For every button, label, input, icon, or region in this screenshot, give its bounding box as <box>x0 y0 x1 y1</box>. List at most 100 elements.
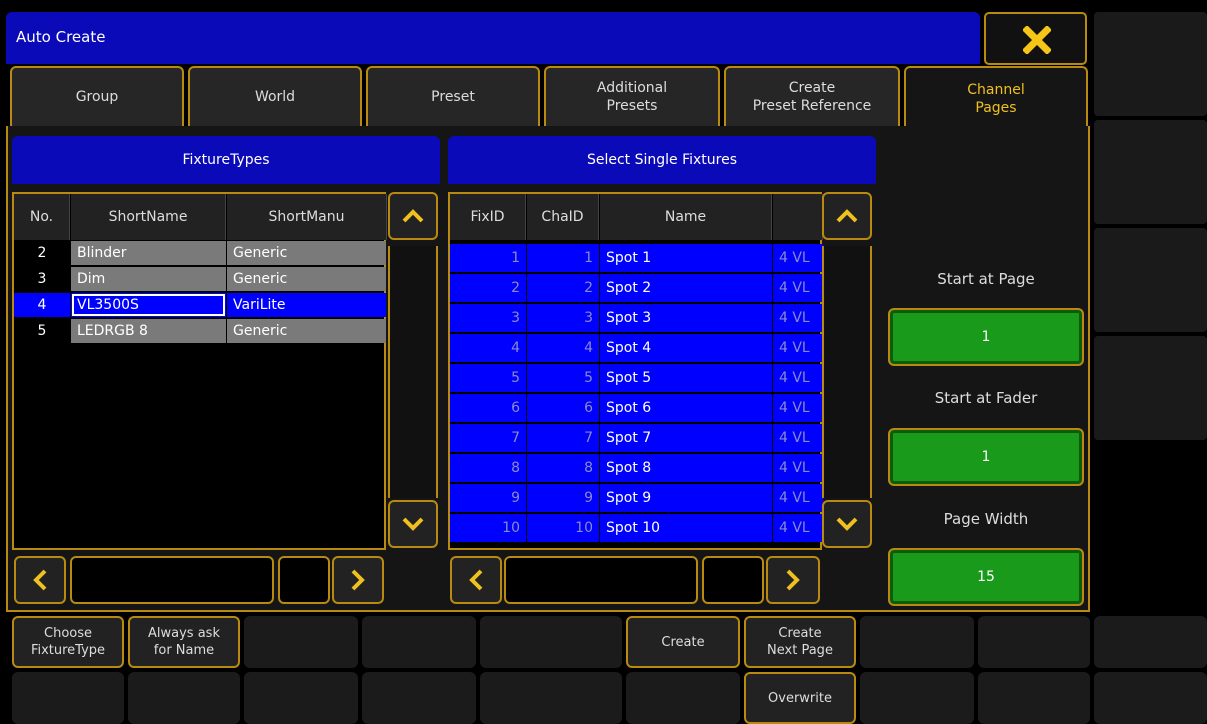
cell-shortmanu[interactable]: VariLite <box>227 293 386 317</box>
fixture-types-scroll-down-button[interactable] <box>388 500 438 548</box>
overwrite-button[interactable]: Overwrite <box>744 672 856 724</box>
cell-name[interactable]: Spot 3 <box>600 304 772 332</box>
cell-no[interactable]: 2 <box>14 241 70 265</box>
page-width-field[interactable]: 15 <box>888 548 1084 606</box>
single-fixtures-scroll-up-button[interactable] <box>822 192 872 240</box>
cell-extra[interactable]: 4 VL <box>773 334 823 362</box>
fixture-types-scroll-left-button[interactable] <box>14 556 66 604</box>
column-header-fixid[interactable]: FixID <box>450 194 526 240</box>
cell-fixid[interactable]: 2 <box>450 274 526 302</box>
tab-create-preset-reference[interactable]: Create Preset Reference <box>724 66 900 128</box>
tab-group[interactable]: Group <box>10 66 184 128</box>
cell-extra[interactable]: 4 VL <box>773 484 823 512</box>
cell-chaid[interactable]: 1 <box>527 244 599 272</box>
tab-channel-pages[interactable]: Channel Pages <box>904 66 1088 130</box>
cell-chaid[interactable]: 10 <box>527 514 599 542</box>
cell-name[interactable]: Spot 9 <box>600 484 772 512</box>
single-fixtures-scroll-down-button[interactable] <box>822 500 872 548</box>
cell-name[interactable]: Spot 5 <box>600 364 772 392</box>
empty-key[interactable] <box>978 616 1090 668</box>
table-row[interactable]: 8 8 Spot 84 VL <box>450 454 823 482</box>
table-row[interactable]: 2 2 Spot 24 VL <box>450 274 823 302</box>
table-row[interactable]: 9 9 Spot 94 VL <box>450 484 823 512</box>
cell-chaid[interactable]: 8 <box>527 454 599 482</box>
cell-shortmanu[interactable]: Generic <box>227 319 386 343</box>
cell-chaid[interactable]: 3 <box>527 304 599 332</box>
cell-fixid[interactable]: 10 <box>450 514 526 542</box>
fixture-types-scrollbar[interactable] <box>388 246 438 498</box>
cell-chaid[interactable]: 4 <box>527 334 599 362</box>
fixture-types-hscrollbar[interactable] <box>70 556 274 604</box>
cell-extra[interactable]: 4 VL <box>773 454 823 482</box>
empty-key[interactable] <box>128 672 240 724</box>
column-header-no[interactable]: No. <box>14 194 70 240</box>
cell-name[interactable]: Spot 10 <box>600 514 772 542</box>
cell-extra[interactable]: 4 VL <box>773 514 823 542</box>
column-header-shortname[interactable]: ShortName <box>71 194 226 240</box>
side-key-2[interactable] <box>1094 120 1207 224</box>
close-button[interactable] <box>984 12 1087 65</box>
empty-key[interactable] <box>362 672 476 724</box>
choose-fixturetype-button[interactable]: Choose FixtureType <box>12 616 124 668</box>
create-next-page-button[interactable]: Create Next Page <box>744 616 856 668</box>
cell-chaid[interactable]: 2 <box>527 274 599 302</box>
side-key-4[interactable] <box>1094 336 1207 440</box>
cell-extra[interactable]: 4 VL <box>773 304 823 332</box>
cell-shortname[interactable]: Dim <box>71 267 226 291</box>
single-fixtures-scroll-left-button[interactable] <box>450 556 502 604</box>
empty-key[interactable] <box>1094 672 1207 724</box>
start-at-fader-field[interactable]: 1 <box>888 428 1084 486</box>
cell-shortmanu[interactable]: Generic <box>227 267 386 291</box>
side-key-3[interactable] <box>1094 228 1207 332</box>
fixture-types-scroll-right-button[interactable] <box>332 556 384 604</box>
cell-shortname[interactable]: Blinder <box>71 241 226 265</box>
cell-fixid[interactable]: 1 <box>450 244 526 272</box>
cell-fixid[interactable]: 3 <box>450 304 526 332</box>
cell-fixid[interactable]: 8 <box>450 454 526 482</box>
empty-key[interactable] <box>860 616 974 668</box>
cell-no[interactable]: 4 <box>14 293 70 317</box>
cell-fixid[interactable]: 4 <box>450 334 526 362</box>
tab-additional-presets[interactable]: Additional Presets <box>544 66 720 128</box>
table-row[interactable]: 5 5 Spot 54 VL <box>450 364 823 392</box>
cell-no[interactable]: 5 <box>14 319 70 343</box>
empty-key[interactable] <box>12 672 124 724</box>
empty-key[interactable] <box>244 616 358 668</box>
table-row[interactable]: 1 1 Spot 14 VL <box>450 244 823 272</box>
single-fixtures-scroll-right-button[interactable] <box>766 556 820 604</box>
empty-key[interactable] <box>244 672 358 724</box>
create-button[interactable]: Create <box>626 616 740 668</box>
cell-no[interactable]: 3 <box>14 267 70 291</box>
column-header-chaid[interactable]: ChaID <box>527 194 599 240</box>
empty-key[interactable] <box>480 616 622 668</box>
cell-shortmanu[interactable]: Generic <box>227 241 386 265</box>
cell-name[interactable]: Spot 6 <box>600 394 772 422</box>
empty-key[interactable] <box>860 672 974 724</box>
column-header-extra[interactable] <box>773 194 823 240</box>
cell-name[interactable]: Spot 2 <box>600 274 772 302</box>
cell-name[interactable]: Spot 1 <box>600 244 772 272</box>
cell-chaid[interactable]: 7 <box>527 424 599 452</box>
table-row[interactable]: 4 4 Spot 44 VL <box>450 334 823 362</box>
empty-key[interactable] <box>1094 616 1207 668</box>
cell-fixid[interactable]: 7 <box>450 424 526 452</box>
table-row[interactable]: 7 7 Spot 74 VL <box>450 424 823 452</box>
empty-key[interactable] <box>480 672 622 724</box>
cell-chaid[interactable]: 9 <box>527 484 599 512</box>
cell-shortname[interactable]: VL3500S <box>71 293 226 317</box>
tab-world[interactable]: World <box>188 66 362 128</box>
cell-name[interactable]: Spot 4 <box>600 334 772 362</box>
side-key-1[interactable] <box>1094 12 1207 116</box>
cell-extra[interactable]: 4 VL <box>773 244 823 272</box>
tab-preset[interactable]: Preset <box>366 66 540 128</box>
table-row[interactable]: 5 LEDRGB 8 Generic <box>14 319 386 343</box>
table-row[interactable]: 2 Blinder Generic <box>14 241 386 265</box>
table-row[interactable]: 3 Dim Generic <box>14 267 386 291</box>
fixture-types-scroll-up-button[interactable] <box>388 192 438 240</box>
single-fixtures-hscrollbar[interactable] <box>504 556 698 604</box>
empty-key[interactable] <box>978 672 1090 724</box>
table-row[interactable]: 10 10 Spot 10 4 VL <box>450 514 823 542</box>
cell-fixid[interactable]: 9 <box>450 484 526 512</box>
cell-extra[interactable]: 4 VL <box>773 274 823 302</box>
cell-fixid[interactable]: 5 <box>450 364 526 392</box>
